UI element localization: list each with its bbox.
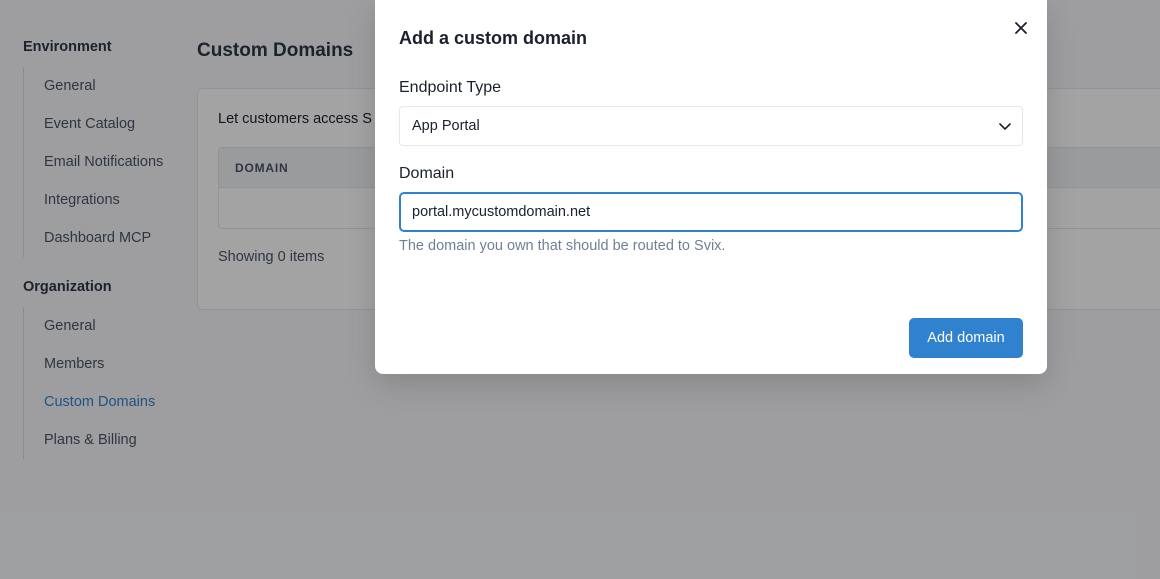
- domain-helper-text: The domain you own that should be routed…: [399, 238, 726, 254]
- endpoint-type-label: Endpoint Type: [399, 79, 502, 96]
- close-icon: [1015, 22, 1027, 34]
- add-domain-button[interactable]: Add domain: [909, 318, 1023, 358]
- chevron-down-icon: [999, 123, 1011, 130]
- close-button[interactable]: [1009, 16, 1033, 40]
- domain-input[interactable]: [399, 192, 1023, 232]
- add-domain-modal: Add a custom domain Endpoint Type App Po…: [375, 0, 1047, 374]
- domain-label: Domain: [399, 165, 455, 182]
- modal-title: Add a custom domain: [399, 28, 588, 48]
- endpoint-type-select[interactable]: App Portal: [399, 106, 1023, 146]
- endpoint-type-value: App Portal: [412, 118, 480, 134]
